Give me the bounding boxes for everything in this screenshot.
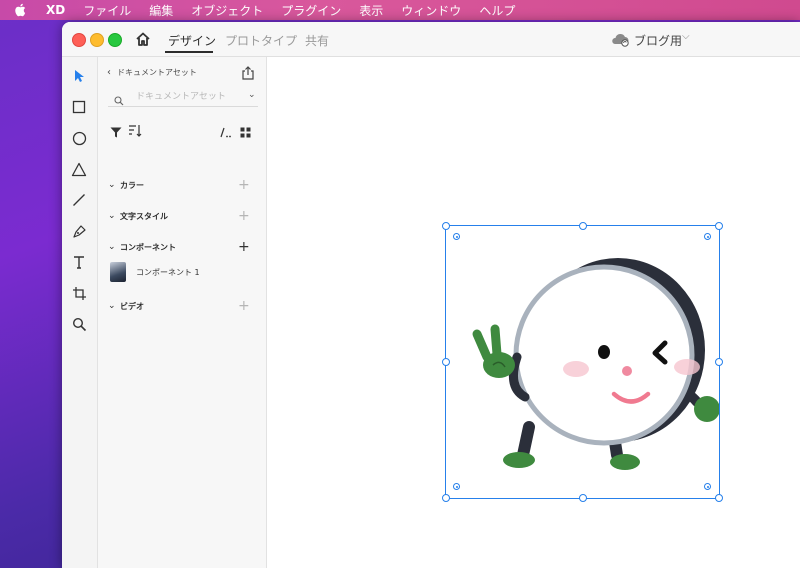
resize-handle-bottom[interactable]	[579, 494, 587, 502]
tab-prototype[interactable]: プロトタイプ	[225, 32, 297, 49]
pen-tool-icon[interactable]	[70, 222, 88, 240]
document-name[interactable]: ブログ用	[634, 32, 682, 49]
grid-view-icon[interactable]	[240, 123, 251, 142]
chevron-down-icon: ⌄	[108, 301, 116, 311]
xd-window: デザイン プロトタイプ 共有 ブログ用 ⌵ ‹ ドキュメントアセット ドキュメン…	[62, 22, 800, 568]
resize-handle-top-left[interactable]	[442, 222, 450, 230]
chevron-down-icon: ⌄	[108, 242, 116, 252]
assets-search: ⌄	[108, 88, 258, 107]
ellipse-tool-icon[interactable]	[70, 129, 88, 147]
add-color-button[interactable]: +	[238, 178, 250, 192]
menu-window[interactable]: ウィンドウ	[401, 2, 461, 19]
section-components[interactable]: ⌄ コンポーネント +	[108, 239, 258, 255]
menu-bar: XD ファイル 編集 オブジェクト プラグイン 表示 ウィンドウ ヘルプ	[0, 0, 800, 20]
add-character-style-button[interactable]: +	[238, 209, 250, 223]
tab-design[interactable]: デザイン	[168, 32, 216, 49]
resize-handle-bottom-right[interactable]	[715, 494, 723, 502]
zoom-tool-icon[interactable]	[70, 315, 88, 333]
resize-handle-top-right[interactable]	[715, 222, 723, 230]
assets-search-input[interactable]	[136, 89, 236, 105]
tool-bar	[62, 57, 98, 568]
polygon-tool-icon[interactable]	[70, 160, 88, 178]
resize-handle-right[interactable]	[715, 358, 723, 366]
text-tool-icon[interactable]	[70, 253, 88, 271]
menu-file[interactable]: ファイル	[83, 2, 131, 19]
minimize-window-button[interactable]	[90, 33, 104, 47]
active-tab-indicator	[165, 51, 213, 53]
title-bar: デザイン プロトタイプ 共有 ブログ用 ⌵	[62, 22, 800, 57]
section-videos-label: ビデオ	[120, 301, 144, 311]
selection-bounding-box[interactable]	[442, 222, 723, 502]
line-tool-icon[interactable]	[70, 191, 88, 209]
search-filter-dropdown-icon[interactable]: ⌄	[248, 90, 256, 100]
add-video-button[interactable]: +	[238, 299, 250, 313]
search-icon	[114, 91, 124, 110]
cloud-sync-icon	[610, 31, 630, 47]
list-view-icon[interactable]	[220, 123, 232, 142]
chevron-down-icon: ⌄	[108, 211, 116, 221]
corner-radius-handle-bottom-left[interactable]	[453, 483, 460, 490]
corner-radius-handle-bottom-right[interactable]	[704, 483, 711, 490]
select-tool-icon[interactable]	[70, 67, 88, 85]
resize-handle-top[interactable]	[579, 222, 587, 230]
menu-help[interactable]: ヘルプ	[479, 2, 515, 19]
corner-radius-handle-top-left[interactable]	[453, 233, 460, 240]
menu-edit[interactable]: 編集	[149, 2, 173, 19]
filter-icon[interactable]	[110, 123, 122, 142]
component-name: コンポーネント 1	[136, 267, 200, 277]
home-icon[interactable]	[134, 30, 152, 48]
resize-handle-bottom-left[interactable]	[442, 494, 450, 502]
section-videos[interactable]: ⌄ ビデオ +	[108, 298, 258, 314]
section-components-label: コンポーネント	[120, 242, 176, 252]
menu-app-name[interactable]: XD	[46, 3, 65, 17]
document-assets-panel: ‹ ドキュメントアセット ⌄ ⌄ カラー +	[98, 57, 267, 568]
tab-share[interactable]: 共有	[305, 32, 329, 49]
component-thumbnail	[110, 262, 126, 282]
close-window-button[interactable]	[72, 33, 86, 47]
design-canvas[interactable]	[267, 57, 800, 568]
menu-plugins[interactable]: プラグイン	[281, 2, 341, 19]
menu-view[interactable]: 表示	[359, 2, 383, 19]
section-character-styles-label: 文字スタイル	[120, 211, 168, 221]
chevron-left-icon: ‹	[107, 67, 111, 78]
menu-object[interactable]: オブジェクト	[191, 2, 263, 19]
assets-back-button[interactable]: ‹ ドキュメントアセット	[107, 67, 197, 78]
assets-panel-title: ドキュメントアセット	[117, 68, 197, 77]
section-colors-label: カラー	[120, 180, 144, 190]
corner-radius-handle-top-right[interactable]	[704, 233, 711, 240]
apple-icon[interactable]	[14, 3, 32, 17]
add-component-button[interactable]: +	[238, 240, 250, 254]
zoom-window-button[interactable]	[108, 33, 122, 47]
artboard-tool-icon[interactable]	[70, 284, 88, 302]
resize-handle-left[interactable]	[442, 358, 450, 366]
component-list-item[interactable]: コンポーネント 1	[110, 262, 200, 282]
section-character-styles[interactable]: ⌄ 文字スタイル +	[108, 208, 258, 224]
section-colors[interactable]: ⌄ カラー +	[108, 177, 258, 193]
rectangle-tool-icon[interactable]	[70, 98, 88, 116]
document-menu-chevron-icon[interactable]: ⌵	[682, 31, 690, 42]
chevron-down-icon: ⌄	[108, 180, 116, 190]
sort-icon[interactable]	[128, 122, 142, 141]
share-export-icon[interactable]	[241, 65, 255, 80]
